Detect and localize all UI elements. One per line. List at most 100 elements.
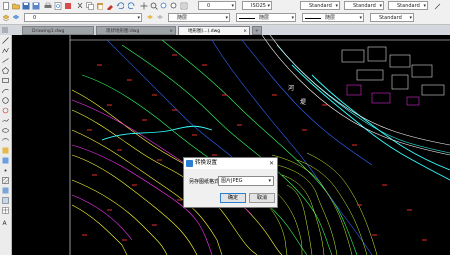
make-block-icon[interactable] (2, 157, 9, 164)
undo-icon[interactable] (116, 2, 124, 10)
tab-label: 现状地形图.dwg (106, 29, 140, 34)
properties-icon[interactable] (180, 2, 188, 10)
color-value: 随层 (177, 15, 188, 21)
publish-icon[interactable] (64, 2, 72, 10)
arc-icon[interactable] (2, 87, 9, 94)
chevron-down-icon: ▾ (137, 15, 140, 21)
hatch-icon[interactable] (2, 177, 9, 184)
convert-settings-dialog: 转换设置 ✕ 另存图纸格式: 图片JPEG ▾ 确定 取消 (183, 157, 278, 208)
scale-value: ISO25 (251, 3, 266, 9)
scale-dropdown[interactable]: ISO25 ▾ (242, 1, 272, 10)
chevron-down-icon: ▾ (423, 3, 426, 9)
layer-state-icon[interactable] (12, 14, 20, 22)
insert-block-icon[interactable] (2, 147, 9, 154)
close-icon[interactable]: × (243, 27, 247, 35)
layer-value: 0 (207, 3, 211, 9)
chevron-down-icon: ▾ (231, 3, 234, 9)
multileader-icon[interactable] (434, 2, 442, 10)
topographic-drawing (69, 35, 450, 255)
chevron-down-icon: ▾ (291, 15, 294, 21)
zoom-icon[interactable] (150, 2, 158, 10)
cut-icon[interactable] (76, 2, 84, 10)
layer2-dropdown[interactable]: 0 ▾ (24, 13, 142, 22)
dimstyle-value: Standard (353, 3, 376, 9)
tablestyle-dropdown[interactable]: Standard ▾ (388, 1, 428, 10)
linetype-dropdown[interactable]: 随层 ▾ (236, 13, 296, 22)
chevron-down-icon: ▾ (268, 178, 271, 184)
multiline-text-icon[interactable]: A (2, 219, 9, 226)
circle-icon[interactable] (2, 97, 9, 104)
close-icon[interactable]: ✕ (269, 159, 274, 168)
ellipse-icon[interactable] (2, 127, 9, 134)
zoom-previous-icon[interactable] (170, 2, 178, 10)
app-icon (186, 160, 193, 167)
cancel-button[interactable]: 取消 (249, 193, 275, 203)
new-tab-button[interactable]: + (252, 26, 262, 35)
redo-icon[interactable] (128, 2, 136, 10)
tab-label: Drawing1.dwg (32, 29, 65, 34)
chevron-down-icon: ▾ (359, 15, 362, 21)
dialog-titlebar[interactable]: 转换设置 ✕ (184, 158, 277, 169)
match-properties-icon[interactable] (106, 2, 114, 10)
document-tabs: Drawing1.dwg 现状地形图.dwg × 地形图(...).dwg × + (0, 25, 450, 35)
dimstyle-dropdown[interactable]: Standard ▾ (344, 1, 384, 10)
draw-toolbar: A (0, 35, 12, 255)
tab-topographic-map[interactable]: 地形图(...).dwg × (178, 26, 250, 35)
color-dropdown[interactable]: 随层 ▾ (168, 13, 230, 22)
format-label: 另存图纸格式: (189, 179, 221, 185)
svg-text:A: A (3, 220, 8, 226)
map-label: 河 (288, 85, 295, 92)
ok-button[interactable]: 确定 (220, 193, 246, 203)
gradient-icon[interactable] (2, 187, 9, 194)
save-as-icon[interactable] (32, 2, 40, 10)
linetype-value: 随层 (259, 15, 270, 21)
polygon-icon[interactable] (2, 67, 9, 74)
close-icon[interactable]: × (169, 27, 173, 34)
new-file-icon[interactable] (2, 2, 10, 10)
copy-icon[interactable] (86, 2, 94, 10)
layer-previous-icon[interactable] (156, 14, 164, 22)
layer2-value: 0 (33, 15, 37, 21)
make-current-icon[interactable] (146, 14, 154, 22)
spline-icon[interactable] (2, 117, 9, 124)
revision-cloud-icon[interactable] (2, 107, 9, 114)
rectangle-icon[interactable] (2, 77, 9, 84)
chevron-down-icon: ▾ (225, 15, 228, 21)
properties-toolbar: 0 ▾ 随层 ▾ 随层 ▾ 随层 ▾ Standard ▾ (0, 12, 450, 25)
ellipse-arc-icon[interactable] (2, 137, 9, 144)
table-icon[interactable] (2, 207, 9, 214)
print-icon[interactable] (44, 2, 52, 10)
construction-line-icon[interactable] (2, 57, 9, 64)
chevron-down-icon: ▾ (267, 3, 270, 9)
polyline-icon[interactable] (2, 47, 9, 54)
map-label: 堤 (300, 99, 307, 106)
drawing-canvas[interactable]: 河 堤 (12, 35, 450, 255)
paste-icon[interactable] (96, 2, 104, 10)
open-folder-icon[interactable] (12, 2, 20, 10)
layer-manager-icon[interactable] (2, 14, 10, 22)
line-icon[interactable] (2, 37, 9, 44)
chevron-down-icon: ▾ (379, 3, 382, 9)
zoom-window-icon[interactable] (160, 2, 168, 10)
style-value: Standard (379, 15, 402, 21)
tablestyle-value: Standard (397, 3, 420, 9)
format-select[interactable]: 图片JPEG ▾ (218, 176, 274, 186)
textstyle-value: Standard (309, 3, 332, 9)
tab-drawing1[interactable]: Drawing1.dwg (22, 26, 94, 35)
dialog-title: 转换设置 (195, 160, 218, 166)
tab-survey-map[interactable]: 现状地形图.dwg × (96, 26, 176, 35)
region-icon[interactable] (2, 197, 9, 204)
layer-dropdown[interactable]: 0 ▾ (198, 1, 236, 10)
lineweight-value: 随层 (325, 15, 336, 21)
chevron-down-icon: ▾ (409, 15, 412, 21)
preview-icon[interactable] (54, 2, 62, 10)
style-dropdown[interactable]: Standard ▾ (370, 13, 414, 22)
lineweight-dropdown[interactable]: 随层 ▾ (302, 13, 364, 22)
lineweight-preview (305, 18, 321, 19)
linetype-preview (239, 18, 255, 19)
save-icon[interactable] (22, 2, 30, 10)
menu-icon[interactable] (2, 27, 8, 33)
point-icon[interactable] (2, 167, 9, 174)
pan-icon[interactable] (140, 2, 148, 10)
textstyle-dropdown[interactable]: Standard ▾ (300, 1, 340, 10)
